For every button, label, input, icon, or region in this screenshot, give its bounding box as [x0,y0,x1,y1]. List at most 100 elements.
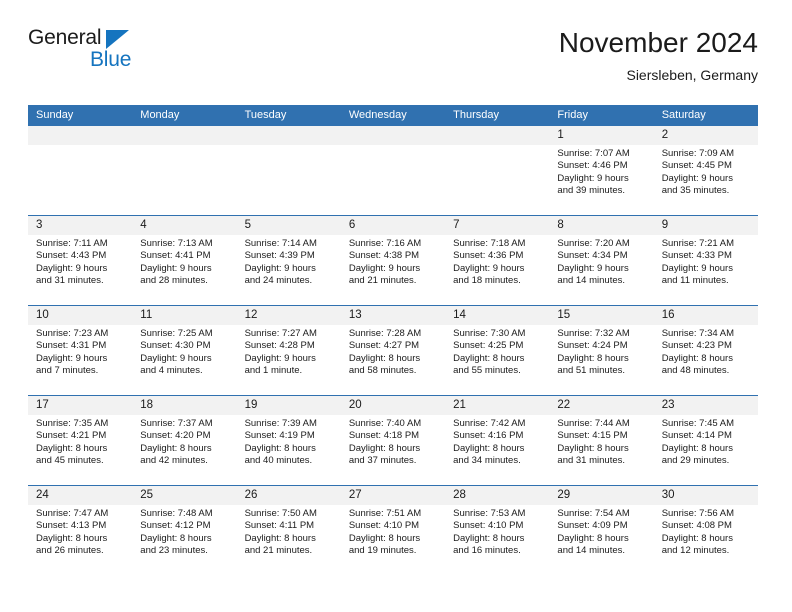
sunset-text: Sunset: 4:43 PM [36,250,107,262]
day-number[interactable]: 12 [237,306,341,325]
day-number[interactable]: 22 [549,396,653,415]
day-number[interactable]: 1 [549,126,653,145]
sunset-text: Sunset: 4:16 PM [453,430,524,442]
day-number[interactable]: 25 [132,486,236,505]
daylight-text-line2: and 12 minutes. [661,545,730,557]
day-number[interactable]: 11 [132,306,236,325]
daylight-text-line1: Daylight: 8 hours [557,352,629,364]
daylight-text-line1: Daylight: 9 hours [140,352,212,364]
day-number[interactable]: 2 [654,126,758,145]
day-number[interactable]: 7 [445,216,549,235]
day-number[interactable] [445,126,549,145]
day-number[interactable]: 9 [654,216,758,235]
day-number[interactable]: 4 [132,216,236,235]
daylight-text-line2: and 31 minutes. [557,455,626,467]
daylight-text-line2: and 16 minutes. [453,545,521,557]
daylight-text-line1: Daylight: 8 hours [140,442,212,454]
sunset-text: Sunset: 4:45 PM [661,160,732,172]
daylight-text-line1: Daylight: 9 hours [557,172,629,184]
sunrise-text: Sunrise: 7:13 AM [140,238,213,249]
day-cell: Sunrise: 7:37 AM Sunset: 4:20 PM Dayligh… [132,415,236,485]
day-number[interactable]: 14 [445,306,549,325]
day-number[interactable]: 27 [341,486,445,505]
day-number[interactable]: 26 [237,486,341,505]
daylight-text-line1: Daylight: 8 hours [557,532,629,544]
sunrise-text: Sunrise: 7:20 AM [557,238,630,249]
sunrise-text: Sunrise: 7:44 AM [557,418,630,429]
calendar-week-row: 3 4 5 6 7 8 9 Sunrise: 7:11 AM Sunset: 4… [28,215,758,305]
week-details: Sunrise: 7:11 AM Sunset: 4:43 PM Dayligh… [28,235,758,305]
daylight-text-line1: Daylight: 9 hours [348,262,421,274]
day-number[interactable]: 24 [28,486,132,505]
sunrise-text: Sunrise: 7:21 AM [661,238,735,249]
sunrise-text: Sunrise: 7:07 AM [557,148,630,159]
sunrise-text: Sunrise: 7:47 AM [36,508,109,519]
daylight-text-line1: Daylight: 9 hours [244,262,316,274]
day-cell: Sunrise: 7:47 AM Sunset: 4:13 PM Dayligh… [28,505,132,575]
daylight-text-line1: Daylight: 8 hours [140,532,212,544]
day-cell: Sunrise: 7:39 AM Sunset: 4:19 PM Dayligh… [237,415,341,485]
day-number[interactable]: 3 [28,216,132,235]
daylight-text-line2: and 51 minutes. [557,365,626,377]
day-number[interactable]: 29 [549,486,653,505]
sunset-text: Sunset: 4:24 PM [557,340,628,352]
day-cell: Sunrise: 7:56 AM Sunset: 4:08 PM Dayligh… [654,505,758,575]
day-number[interactable]: 30 [654,486,758,505]
daylight-text-line2: and 31 minutes. [36,275,104,287]
sunset-text: Sunset: 4:27 PM [348,340,420,352]
daylight-text-line1: Daylight: 8 hours [453,352,525,364]
weekday-header-wednesday: Wednesday [348,109,407,121]
week-daynumbers: 3 4 5 6 7 8 9 [28,216,758,235]
day-number[interactable]: 16 [654,306,758,325]
week-details: Sunrise: 7:47 AM Sunset: 4:13 PM Dayligh… [28,505,758,575]
daylight-text-line2: and 26 minutes. [36,545,104,557]
daylight-text-line1: Daylight: 8 hours [661,352,733,364]
day-number[interactable]: 28 [445,486,549,505]
daylight-text-line2: and 4 minutes. [140,365,203,377]
sunset-text: Sunset: 4:25 PM [453,340,524,352]
daylight-text-line2: and 21 minutes. [348,275,417,287]
sunset-text: Sunset: 4:30 PM [140,340,211,352]
day-number[interactable] [132,126,236,145]
calendar-week-row: 17 18 19 20 21 22 23 Sunrise: 7:35 AM Su… [28,395,758,485]
sunrise-text: Sunrise: 7:30 AM [453,328,526,339]
sunrise-text: Sunrise: 7:14 AM [244,238,317,249]
day-number[interactable]: 10 [28,306,132,325]
weekday-header-tuesday: Tuesday [244,109,287,121]
daylight-text-line2: and 48 minutes. [661,365,730,377]
daylight-text-line2: and 18 minutes. [453,275,521,287]
day-number[interactable]: 15 [549,306,653,325]
day-number[interactable]: 13 [341,306,445,325]
sunrise-text: Sunrise: 7:16 AM [348,238,422,249]
daylight-text-line1: Daylight: 9 hours [453,262,525,274]
sunrise-text: Sunrise: 7:45 AM [661,418,735,429]
day-cell: Sunrise: 7:44 AM Sunset: 4:15 PM Dayligh… [549,415,653,485]
day-number[interactable]: 5 [237,216,341,235]
day-number[interactable]: 19 [237,396,341,415]
day-cell: Sunrise: 7:25 AM Sunset: 4:30 PM Dayligh… [132,325,236,395]
day-number[interactable] [341,126,445,145]
day-number[interactable]: 17 [28,396,132,415]
calendar-grid: Sunday Monday Tuesday Wednesday Thursday… [28,105,758,575]
day-cell: Sunrise: 7:35 AM Sunset: 4:21 PM Dayligh… [28,415,132,485]
daylight-text-line2: and 58 minutes. [348,365,417,377]
daylight-text-line1: Daylight: 9 hours [557,262,629,274]
day-cell: Sunrise: 7:54 AM Sunset: 4:09 PM Dayligh… [549,505,653,575]
brand-logo[interactable]: General Blue [28,26,178,82]
day-cell: Sunrise: 7:07 AM Sunset: 4:46 PM Dayligh… [549,145,653,215]
weekday-header-friday: Friday [557,109,588,121]
day-number[interactable] [237,126,341,145]
day-cell: Sunrise: 7:09 AM Sunset: 4:45 PM Dayligh… [654,145,758,215]
day-number[interactable]: 21 [445,396,549,415]
day-number[interactable]: 8 [549,216,653,235]
day-number[interactable] [28,126,132,145]
day-cell: Sunrise: 7:32 AM Sunset: 4:24 PM Dayligh… [549,325,653,395]
daylight-text-line2: and 40 minutes. [244,455,313,467]
day-number[interactable]: 23 [654,396,758,415]
page-subtitle: Siersleben, Germany [626,67,758,83]
week-details: Sunrise: 7:23 AM Sunset: 4:31 PM Dayligh… [28,325,758,395]
day-number[interactable]: 18 [132,396,236,415]
day-number[interactable]: 20 [341,396,445,415]
calendar-page: General Blue November 2024 Siersleben, G… [0,0,792,612]
day-number[interactable]: 6 [341,216,445,235]
